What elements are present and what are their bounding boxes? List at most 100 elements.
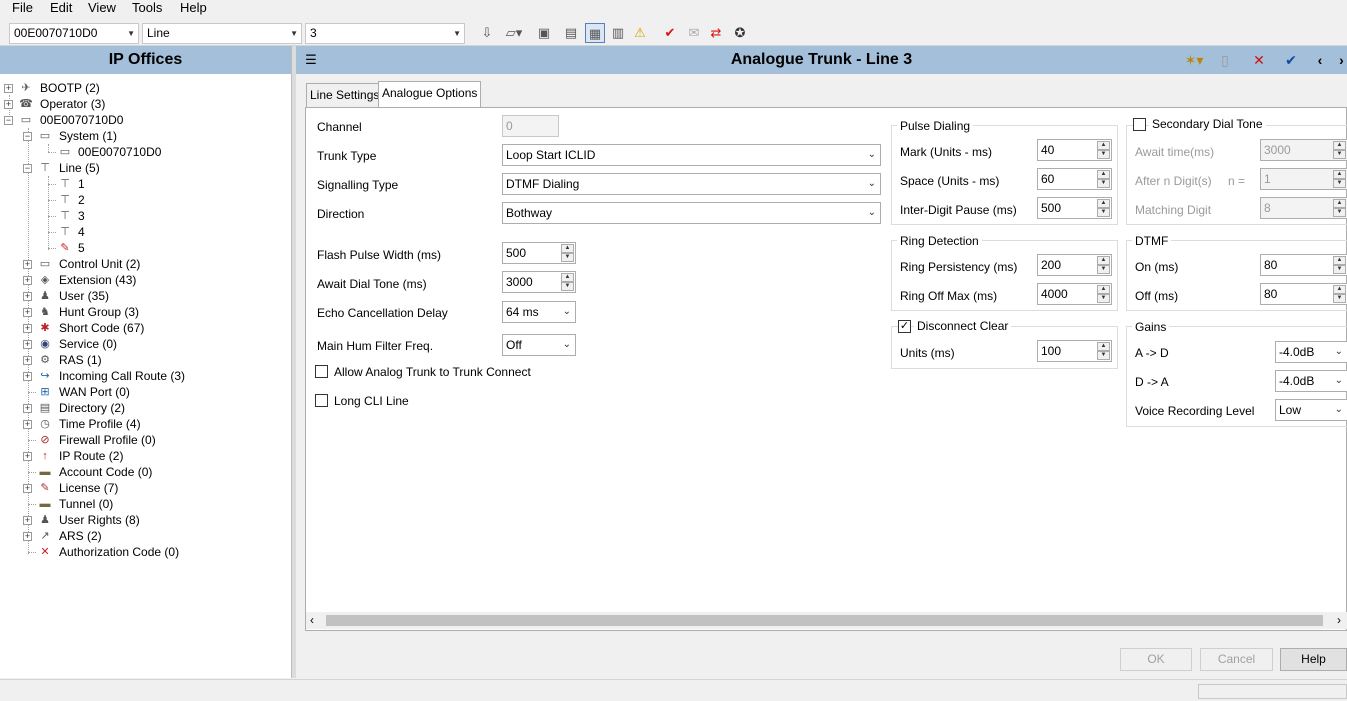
spin-down-icon[interactable]: ▼ [1097,150,1110,159]
system-select[interactable]: 00E0070710D0 ▼ [9,23,139,44]
tree-item-line-1[interactable]: ⊤ 1 [0,176,290,192]
expand-icon[interactable]: + [23,276,32,285]
expand-icon[interactable]: + [23,516,32,525]
tree-item-time-profile[interactable]: + ◷ Time Profile (4) [0,416,290,432]
spin-up-icon[interactable]: ▲ [1097,256,1110,265]
export-icon[interactable]: ▯ [1214,50,1236,70]
spin-up-icon[interactable]: ▲ [1097,170,1110,179]
tree-item-authorization-code[interactable]: ✕ Authorization Code (0) [0,544,290,560]
expand-icon[interactable]: + [23,404,32,413]
help-button[interactable]: Help [1280,648,1347,671]
scrollbar-thumb[interactable] [326,615,1323,626]
cancel-button[interactable]: Cancel [1200,648,1273,671]
receive-config-icon[interactable]: ⇩ [477,23,497,43]
expand-icon[interactable]: + [23,420,32,429]
new-item-icon[interactable]: ✶▾ [1178,50,1210,70]
echo-cancel-select[interactable]: 64 ms ⌄ [502,301,576,323]
spin-up-icon[interactable]: ▲ [1333,285,1346,294]
spin-down-icon[interactable]: ▼ [1097,265,1110,274]
disconnect-clear-checkbox[interactable]: ✓ [898,320,911,333]
tree-item-line-4[interactable]: ⊤ 4 [0,224,290,240]
tree-item-extension[interactable]: + ◈ Extension (43) [0,272,290,288]
expand-icon[interactable]: + [23,452,32,461]
mark-spinner[interactable]: 40 ▲ ▼ [1037,139,1112,161]
spin-down-icon[interactable]: ▼ [561,253,574,262]
spin-down-icon[interactable]: ▼ [561,282,574,291]
tree-item-account-code[interactable]: ▬ Account Code (0) [0,464,290,480]
tree-item-ip-office[interactable]: − ▭ 00E0070710D0 [0,112,290,128]
layout-icon[interactable]: ▤ [561,23,581,43]
tree-item-user[interactable]: + ♟ User (35) [0,288,290,304]
tree-item-ras[interactable]: + ⚙ RAS (1) [0,352,290,368]
d-to-a-select[interactable]: -4.0dB ⌄ [1275,370,1347,392]
menu-edit[interactable]: Edit [50,0,72,16]
dtmf-on-spinner[interactable]: 80 ▲ ▼ [1260,254,1347,276]
panel-splitter[interactable] [292,46,296,678]
tree-item-directory[interactable]: + ▤ Directory (2) [0,400,290,416]
spin-up-icon[interactable]: ▲ [1097,141,1110,150]
expand-icon[interactable]: + [23,260,32,269]
expand-icon[interactable]: + [23,324,32,333]
expand-icon[interactable]: + [23,532,32,541]
tree-item-firewall-profile[interactable]: ⊘ Firewall Profile (0) [0,432,290,448]
tree-item-ars[interactable]: + ↗ ARS (2) [0,528,290,544]
collapse-icon[interactable]: − [23,132,32,141]
spin-up-icon[interactable]: ▲ [1097,285,1110,294]
ring-off-max-spinner[interactable]: 4000 ▲ ▼ [1037,283,1112,305]
expand-icon[interactable]: + [23,340,32,349]
menu-tools[interactable]: Tools [132,0,162,16]
menu-help[interactable]: Help [180,0,207,16]
secondary-dial-tone-checkbox[interactable] [1133,118,1146,131]
spin-down-icon[interactable]: ▼ [1097,351,1110,360]
warning-icon[interactable]: ⚠ [630,23,650,43]
spin-up-icon[interactable]: ▲ [1333,256,1346,265]
tree-item-short-code[interactable]: + ✱ Short Code (67) [0,320,290,336]
save-icon[interactable]: ▣ [534,23,554,43]
details-view-icon[interactable]: ▦ [585,23,605,43]
direction-select[interactable]: Bothway ⌄ [502,202,881,224]
scroll-right-icon[interactable]: › [1337,613,1341,628]
voice-recording-select[interactable]: Low ⌄ [1275,399,1347,421]
validate-check-icon[interactable]: ✔ [1280,50,1302,70]
ok-button[interactable]: OK [1120,648,1192,671]
tree-item-operator[interactable]: + ☎ Operator (3) [0,96,290,112]
tree-item-line[interactable]: − ⊤ Line (5) [0,160,290,176]
tree-item-license[interactable]: + ✎ License (7) [0,480,290,496]
expand-icon[interactable]: + [23,292,32,301]
spin-up-icon[interactable]: ▲ [561,273,574,282]
dtmf-off-spinner[interactable]: 80 ▲ ▼ [1260,283,1347,305]
ring-persistency-spinner[interactable]: 200 ▲ ▼ [1037,254,1112,276]
hum-filter-select[interactable]: Off ⌄ [502,334,576,356]
long-cli-checkbox[interactable] [315,394,328,407]
wizard-icon[interactable]: ✪ [730,23,750,43]
inter-digit-spinner[interactable]: 500 ▲ ▼ [1037,197,1112,219]
tree-item-service[interactable]: + ◉ Service (0) [0,336,290,352]
expand-icon[interactable]: + [4,84,13,93]
scroll-left-icon[interactable]: ‹ [310,613,314,628]
space-spinner[interactable]: 60 ▲ ▼ [1037,168,1112,190]
horizontal-scrollbar[interactable]: ‹ › [306,612,1347,629]
tree-item-wan-port[interactable]: ⊞ WAN Port (0) [0,384,290,400]
spin-down-icon[interactable]: ▼ [1333,265,1346,274]
tree-item-line-3[interactable]: ⊤ 3 [0,208,290,224]
spin-down-icon[interactable]: ▼ [1097,208,1110,217]
tree-item-incoming-call-route[interactable]: + ↪ Incoming Call Route (3) [0,368,290,384]
allow-analog-checkbox[interactable] [315,365,328,378]
a-to-d-select[interactable]: -4.0dB ⌄ [1275,341,1347,363]
compare-icon[interactable]: ⇄ [706,23,726,43]
expand-icon[interactable]: + [23,372,32,381]
tab-line-settings[interactable]: Line Settings [306,83,384,107]
spin-up-icon[interactable]: ▲ [1097,199,1110,208]
expand-icon[interactable]: + [23,356,32,365]
spin-up-icon[interactable]: ▲ [1097,342,1110,351]
tree-item-user-rights[interactable]: + ♟ User Rights (8) [0,512,290,528]
validate-icon[interactable]: ✔ [660,23,680,43]
spin-down-icon[interactable]: ▼ [1097,179,1110,188]
type-select[interactable]: Line ▼ [142,23,302,44]
menu-list-icon[interactable]: ☰ [300,50,322,70]
await-dial-tone-spinner[interactable]: 3000 ▲ ▼ [502,271,576,293]
collapse-icon[interactable]: − [4,116,13,125]
next-icon[interactable]: › [1336,50,1347,70]
tree-item-hunt-group[interactable]: + ♞ Hunt Group (3) [0,304,290,320]
tree-item-system[interactable]: − ▭ System (1) [0,128,290,144]
